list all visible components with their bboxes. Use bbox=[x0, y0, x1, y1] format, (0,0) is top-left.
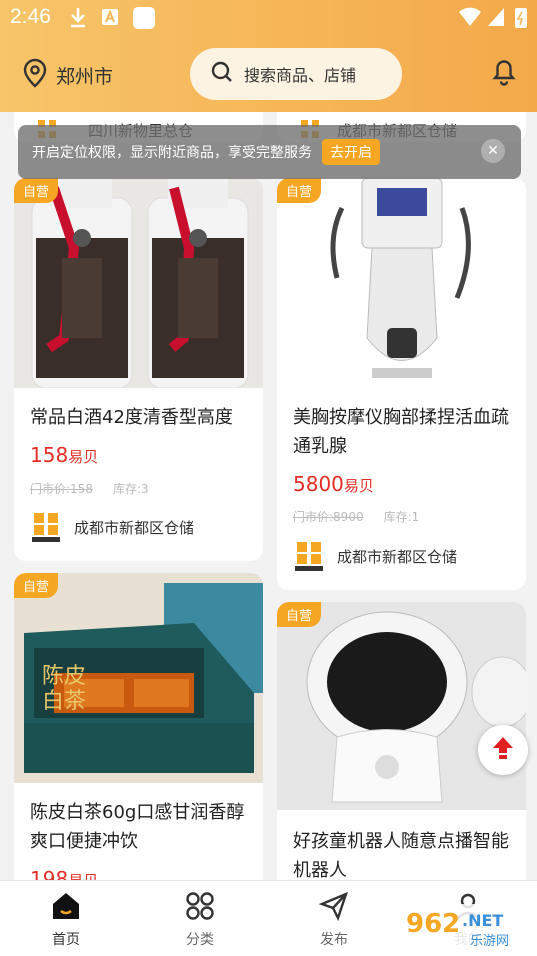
store-logo bbox=[30, 511, 62, 543]
product-image: 陈皮 白茶 bbox=[14, 573, 263, 783]
close-icon[interactable]: ✕ bbox=[481, 139, 505, 163]
stock-count: 库存:3 bbox=[112, 482, 149, 496]
city-selector[interactable]: 郑州市 bbox=[22, 58, 113, 93]
enable-location-button[interactable]: 去开启 bbox=[322, 139, 380, 165]
product-title: 陈皮白茶60g口感甘润香醇爽口便捷冲饮 bbox=[30, 802, 245, 852]
tab-label: 首页 bbox=[52, 932, 80, 948]
search-placeholder: 搜索商品、店铺 bbox=[244, 66, 357, 85]
self-operated-badge: 自营 bbox=[277, 178, 322, 203]
send-icon bbox=[294, 889, 374, 923]
product-meta: 门市价:158 库存:3 bbox=[30, 480, 230, 497]
battery-icon bbox=[514, 6, 528, 35]
back-to-top-button[interactable] bbox=[478, 725, 528, 775]
header-row: 郑州市 搜索商品、店铺 bbox=[0, 44, 537, 102]
search-input[interactable]: 搜索商品、店铺 bbox=[190, 48, 402, 100]
store-info[interactable]: 成都市新都区仓储 bbox=[30, 511, 194, 543]
top-header: 2:46 郑州市 搜索商品、店铺 bbox=[0, 0, 537, 112]
self-operated-badge: 自营 bbox=[277, 602, 322, 627]
location-pin-icon bbox=[22, 58, 48, 93]
arrow-up-icon bbox=[490, 735, 516, 765]
app-icon bbox=[132, 6, 156, 35]
watermark-sub: 乐游网 bbox=[470, 934, 509, 949]
store-name: 成都市新都区仓储 bbox=[74, 518, 195, 537]
status-bar: 2:46 bbox=[0, 0, 537, 36]
store-logo bbox=[293, 540, 325, 572]
wifi-icon bbox=[458, 6, 482, 33]
status-time: 2:46 bbox=[10, 5, 51, 28]
product-title: 美胸按摩仪胸部揉捏活血疏通乳腺 bbox=[293, 407, 509, 457]
product-card[interactable]: 自营 美胸按摩仪胸部揉捏活血疏通乳腺 5800易贝 门市价:8900 库存:1 成… bbox=[277, 178, 526, 590]
product-meta: 门市价:8900 库存:1 bbox=[293, 508, 493, 525]
watermark-net: .NET bbox=[462, 911, 503, 930]
product-image bbox=[277, 178, 526, 388]
product-price: 158易贝 bbox=[30, 443, 99, 467]
store-name: 成都市新都区仓储 bbox=[337, 547, 458, 566]
self-operated-badge: 自营 bbox=[14, 178, 59, 203]
font-icon bbox=[100, 6, 120, 33]
home-icon bbox=[26, 889, 106, 923]
site-watermark: 962 .NET 乐游网 bbox=[398, 900, 530, 952]
self-operated-badge: 自营 bbox=[14, 573, 59, 598]
svg-text:白茶: 白茶 bbox=[42, 688, 86, 713]
tab-publish[interactable]: 发布 bbox=[294, 889, 374, 949]
market-price: 门市价:8900 bbox=[293, 510, 364, 524]
market-price: 门市价:158 bbox=[30, 482, 93, 496]
product-image bbox=[277, 602, 526, 810]
product-card[interactable]: 自营 常品白酒42度清香型高度 158易贝 门市价:158 库存:3 成都市新都区… bbox=[14, 178, 263, 561]
tab-label: 分类 bbox=[186, 932, 214, 948]
tab-home[interactable]: 首页 bbox=[26, 889, 106, 949]
watermark-number: 962 bbox=[406, 909, 460, 939]
store-info[interactable]: 成都市新都区仓储 bbox=[293, 540, 457, 572]
product-title: 常品白酒42度清香型高度 bbox=[30, 407, 233, 428]
location-permission-toast: 开启定位权限，显示附近商品，享受完整服务 去开启 ✕ bbox=[18, 125, 521, 179]
toast-message: 开启定位权限，显示附近商品，享受完整服务 bbox=[32, 145, 312, 161]
tab-category[interactable]: 分类 bbox=[160, 889, 240, 949]
product-title: 好孩童机器人随意点播智能机器人 bbox=[293, 831, 509, 881]
search-icon bbox=[210, 60, 234, 88]
tab-label: 发布 bbox=[320, 932, 348, 948]
city-label: 郑州市 bbox=[56, 66, 114, 88]
download-icon bbox=[68, 6, 88, 33]
stock-count: 库存:1 bbox=[383, 510, 420, 524]
category-icon bbox=[160, 889, 240, 923]
product-price: 5800易贝 bbox=[293, 472, 374, 496]
product-card[interactable]: 陈皮 白茶 自营 陈皮白茶60g口感甘润香醇爽口便捷冲饮 198易贝 bbox=[14, 573, 263, 893]
bell-icon[interactable] bbox=[490, 56, 518, 90]
product-image bbox=[14, 178, 263, 388]
signal-icon bbox=[486, 6, 506, 33]
tea-box-text: 陈皮 bbox=[42, 663, 86, 688]
